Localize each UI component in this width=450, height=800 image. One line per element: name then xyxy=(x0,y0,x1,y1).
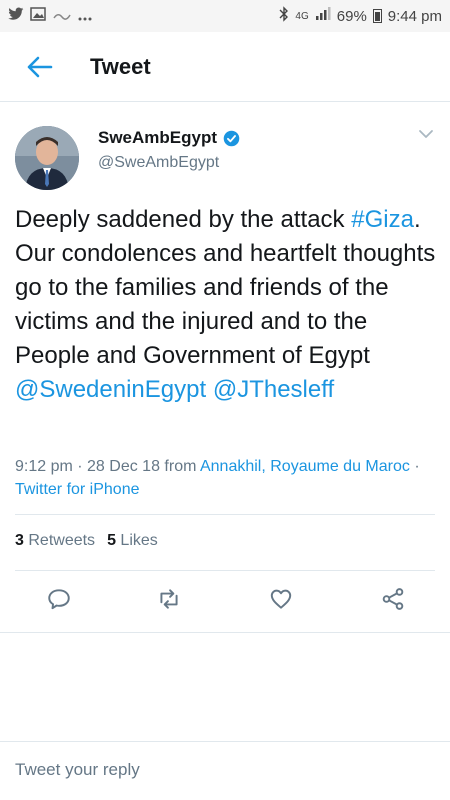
chevron-down-icon[interactable] xyxy=(416,124,436,144)
empty-area xyxy=(0,632,450,742)
verified-badge-icon xyxy=(223,130,240,147)
signal-icon xyxy=(315,7,331,25)
reply-bar xyxy=(0,741,450,800)
client-link[interactable]: Twitter for iPhone xyxy=(15,481,140,498)
app-notification-icon xyxy=(52,8,72,25)
tweet-text: Deeply saddened by the attack #Giza. Our… xyxy=(15,203,440,407)
tweet-author: SweAmbEgypt @SweAmbEgypt xyxy=(0,118,450,190)
likes-count: 5 xyxy=(107,532,116,549)
tweet-stats: 3 Retweets 5 Likes xyxy=(15,532,158,550)
avatar[interactable] xyxy=(15,126,79,190)
retweets-count: 3 xyxy=(15,532,24,549)
tweet-text-space xyxy=(206,376,213,403)
location-link[interactable]: Annakhil, Royaume du Maroc xyxy=(200,458,410,475)
tweet-timestamp: 9:12 pm · 28 Dec 18 from xyxy=(15,458,200,475)
image-notification-icon xyxy=(30,7,46,25)
likes-label: Likes xyxy=(120,532,158,549)
battery-icon xyxy=(372,9,382,23)
display-name[interactable]: SweAmbEgypt xyxy=(98,128,217,148)
share-icon[interactable] xyxy=(378,584,408,614)
tweet-text-part: Deeply saddened by the attack xyxy=(15,206,352,233)
retweet-icon[interactable] xyxy=(154,584,184,614)
reply-icon[interactable] xyxy=(44,584,74,614)
mention-link[interactable]: @JThesleff xyxy=(213,376,334,403)
bluetooth-icon xyxy=(279,6,289,26)
battery-percent: 69% xyxy=(336,7,367,25)
page-title: Tweet xyxy=(90,53,151,79)
display-name-row: SweAmbEgypt xyxy=(98,128,240,148)
hashtag-link[interactable]: #Giza xyxy=(351,206,414,233)
network-type: 4G xyxy=(295,10,309,22)
author-names: SweAmbEgypt @SweAmbEgypt xyxy=(98,128,240,172)
retweets-label: Retweets xyxy=(28,532,96,549)
divider xyxy=(15,514,435,515)
back-arrow-icon[interactable] xyxy=(22,50,56,84)
reply-input[interactable] xyxy=(15,760,435,780)
status-left xyxy=(8,7,94,25)
twitter-notification-icon xyxy=(8,7,24,25)
user-handle[interactable]: @SweAmbEgypt xyxy=(98,154,240,172)
status-right: 4G 69% 9:44 pm xyxy=(279,6,442,26)
tweet-meta: 9:12 pm · 28 Dec 18 from Annakhil, Royau… xyxy=(15,455,440,501)
mention-link[interactable]: @SwedeninEgypt xyxy=(15,376,206,403)
retweets-stat[interactable]: 3 Retweets xyxy=(15,532,95,550)
divider xyxy=(15,570,435,571)
tweet-actions xyxy=(0,584,450,618)
status-bar: 4G 69% 9:44 pm xyxy=(0,0,450,32)
clock: 9:44 pm xyxy=(387,7,442,25)
likes-stat[interactable]: 5 Likes xyxy=(107,532,158,550)
more-notifications-icon xyxy=(78,8,94,25)
like-heart-icon[interactable] xyxy=(266,584,296,614)
app-bar: Tweet xyxy=(0,32,450,102)
meta-separator: · xyxy=(409,458,420,475)
